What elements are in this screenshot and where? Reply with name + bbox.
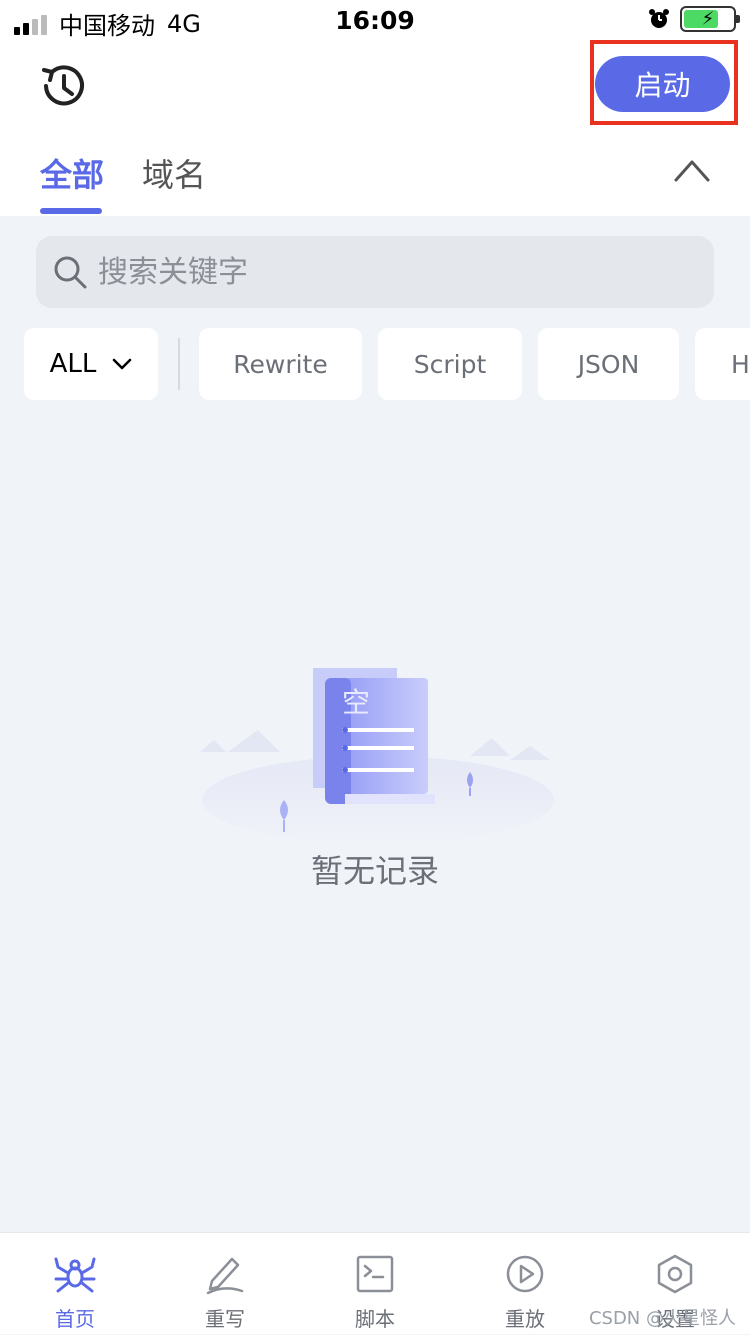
play-icon [506,1255,544,1293]
tab-all[interactable]: 全部 [40,150,104,196]
tabbar-item-script[interactable]: 脚本 [300,1233,450,1335]
terminal-icon [356,1255,394,1293]
search-icon [54,256,87,289]
hexagon-gear-icon [657,1254,693,1294]
filter-row: ALL Rewrite Script JSON H [24,328,750,400]
filter-chip-script[interactable]: Script [378,328,522,400]
search-input[interactable] [98,254,658,290]
charging-bolt-icon: ⚡ [701,8,715,30]
start-button[interactable]: 启动 [595,56,730,112]
tab-bar-top: 全部 域名 [0,150,750,216]
status-time: 16:09 [335,6,415,35]
filter-dropdown[interactable]: ALL [24,328,158,400]
spider-icon [54,1257,96,1293]
history-icon [42,65,84,106]
tab-domain[interactable]: 域名 [142,150,206,196]
chevron-up-icon[interactable] [674,158,710,182]
tabbar-item-replay[interactable]: 重放 [450,1233,600,1335]
watermark: CSDN @火星怪人 [588,1308,736,1329]
tab-active-indicator [40,208,102,214]
status-right: ⚡ [648,6,740,32]
search-bar[interactable] [36,236,714,308]
battery-icon: ⚡ [680,6,740,32]
filter-chip-rewrite[interactable]: Rewrite [199,328,362,400]
filter-divider [178,338,180,390]
chevron-down-icon [113,358,132,370]
filter-chip-h[interactable]: H [695,328,750,400]
tabbar-label-script: 脚本 [355,1307,395,1331]
history-button[interactable] [36,58,92,114]
empty-illustration-label: 空 [342,686,370,719]
tabbar-item-rewrite[interactable]: 重写 [150,1233,300,1335]
header: 启动 全部 域名 [0,40,750,216]
tabbar-label-rewrite: 重写 [205,1307,245,1331]
filter-selected-label: ALL [49,349,97,379]
tabbar-label-home: 首页 [55,1307,95,1331]
tabbar-item-home[interactable]: 首页 [0,1233,150,1335]
pen-icon [206,1257,244,1295]
alarm-icon [649,9,669,28]
status-bar: 中国移动 4G 16:09 ⚡ [0,0,750,40]
filter-chip-json[interactable]: JSON [538,328,679,400]
tabbar-label-replay: 重放 [505,1307,545,1331]
empty-message: 暂无记录 [310,852,439,890]
